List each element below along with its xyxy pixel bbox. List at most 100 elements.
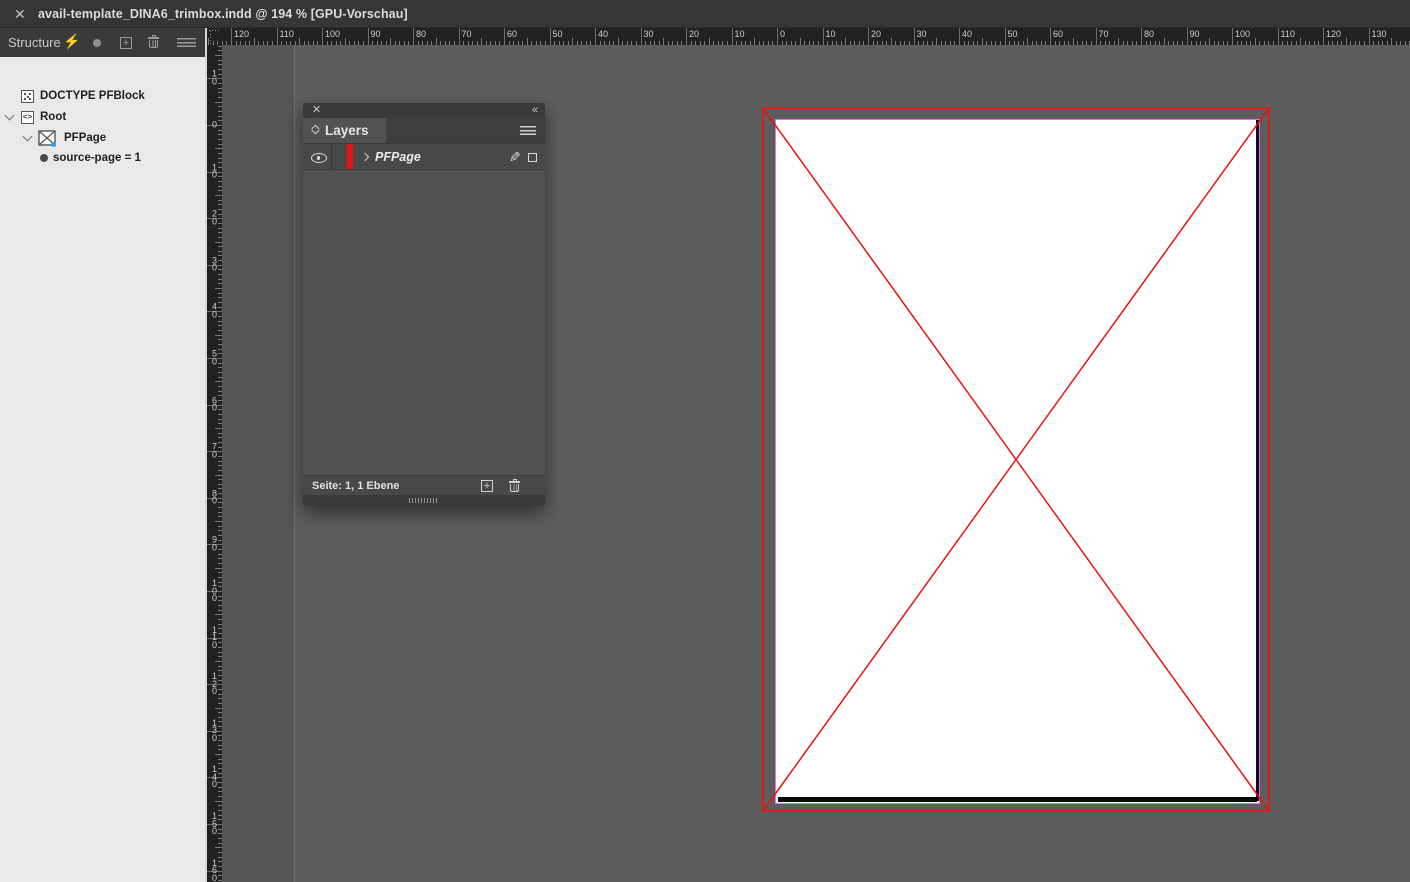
- ruler-minor-tick: [1191, 41, 1193, 45]
- tree-label-source-page[interactable]: source-page = 1: [53, 152, 141, 164]
- ruler-minor-tick: [358, 41, 360, 45]
- ruler-major-tick: [1368, 28, 1370, 45]
- ruler-minor-tick: [1122, 41, 1124, 45]
- ruler-minor-tick: [1109, 41, 1111, 45]
- ruler-major-tick: [686, 28, 687, 45]
- ruler-minor-tick: [945, 41, 947, 45]
- tree-label-doctype[interactable]: DOCTYPE PFBlock: [40, 90, 145, 102]
- panel-collapse-icon[interactable]: «: [532, 103, 538, 117]
- ruler-major-tick: [1141, 28, 1142, 45]
- record-circle-icon[interactable]: [93, 39, 101, 47]
- ruler-label: 1 2 0: [211, 670, 217, 696]
- structure-menu-icon[interactable]: [177, 38, 196, 47]
- ruler-minor-tick: [215, 660, 222, 662]
- tab-layers[interactable]: Layers: [303, 118, 386, 143]
- ruler-minor-tick: [326, 41, 328, 45]
- ruler-major-tick: [959, 28, 960, 45]
- ruler-minor-tick: [845, 38, 847, 45]
- ruler-minor-tick: [899, 41, 901, 45]
- ruler-major-tick: [1186, 28, 1188, 45]
- ruler-minor-tick: [1213, 41, 1215, 45]
- ruler-label: 110: [279, 29, 294, 39]
- validate-lightning-icon[interactable]: ⚡: [63, 34, 80, 48]
- layer-row-pfpage[interactable]: PFPage ✎: [303, 143, 545, 170]
- ruler-minor-tick: [972, 41, 974, 45]
- ruler-minor-tick: [858, 41, 860, 45]
- ruler-minor-tick: [658, 41, 660, 45]
- document-title: avail-template_DINA6_trimbox.indd @ 194 …: [38, 7, 408, 21]
- tree-row-root[interactable]: <> Root: [0, 107, 205, 128]
- add-element-icon[interactable]: +: [120, 37, 132, 49]
- ruler-minor-tick: [649, 41, 651, 45]
- ruler-minor-tick: [708, 38, 710, 45]
- chevron-down-icon[interactable]: [4, 110, 15, 121]
- ruler-minor-tick: [1404, 41, 1406, 45]
- ruler-label: 0: [211, 119, 217, 130]
- layers-status-text: Seite: 1, 1 Ebene: [312, 480, 400, 492]
- ruler-label: 0: [780, 29, 786, 39]
- layers-panel-resize-bar[interactable]: [303, 495, 545, 506]
- ruler-minor-tick: [1259, 41, 1261, 45]
- ruler-minor-tick: [1377, 41, 1379, 45]
- ruler-minor-tick: [472, 41, 474, 45]
- horizontal-ruler[interactable]: 120 110 100 90 80 70 60 50 40 30 20 10 0 10 20 30 40 50 60…: [207, 28, 1410, 45]
- tree-label-root[interactable]: Root: [40, 111, 66, 123]
- delete-layer-trash-icon[interactable]: [509, 479, 520, 492]
- ruler-label: 20: [689, 29, 700, 39]
- ruler-minor-tick: [1063, 41, 1065, 45]
- ruler-minor-tick: [308, 41, 310, 45]
- ruler-label: 40: [598, 29, 609, 39]
- layers-panel-menu-icon[interactable]: [520, 126, 536, 135]
- panel-close-icon[interactable]: ✕: [312, 104, 321, 116]
- attribute-bullet-icon: [40, 154, 48, 162]
- ruler-minor-tick: [663, 38, 665, 45]
- layer-target-square-icon[interactable]: [528, 153, 537, 162]
- ruler-label: 1 1 0: [211, 624, 217, 650]
- row-separator: [331, 144, 332, 169]
- ruler-minor-tick: [713, 41, 715, 45]
- layers-panel-titlebar[interactable]: ✕ «: [303, 103, 545, 118]
- ruler-minor-tick: [736, 41, 738, 45]
- ruler-label: 1 5 0: [211, 810, 217, 836]
- empty-graphic-frame[interactable]: [762, 107, 1270, 812]
- layer-visibility-eye-icon[interactable]: [311, 153, 327, 163]
- ruler-major-tick: [1095, 28, 1097, 45]
- ruler-minor-tick: [215, 381, 222, 383]
- ruler-label: 10: [825, 29, 836, 39]
- tree-row-source-page[interactable]: source-page = 1: [0, 148, 205, 169]
- new-layer-icon[interactable]: +: [481, 480, 493, 492]
- ruler-minor-tick: [215, 288, 222, 290]
- ruler-minor-tick: [1222, 41, 1224, 45]
- tree-label-pfpage[interactable]: PFPage: [64, 132, 106, 144]
- ruler-label: 30: [643, 29, 654, 39]
- chevron-down-icon[interactable]: [22, 131, 33, 142]
- ruler-minor-tick: [931, 41, 933, 45]
- delete-element-trash-icon[interactable]: [148, 35, 159, 48]
- ruler-minor-tick: [1327, 41, 1329, 45]
- layer-name[interactable]: PFPage: [375, 150, 421, 164]
- ruler-minor-tick: [508, 41, 510, 45]
- ruler-minor-tick: [1359, 41, 1361, 45]
- document-close-icon[interactable]: ✕: [14, 6, 26, 22]
- ruler-minor-tick: [1081, 41, 1083, 45]
- edit-pencil-icon[interactable]: ✎: [509, 149, 521, 166]
- ruler-origin-corner[interactable]: [209, 30, 221, 44]
- ruler-minor-tick: [215, 707, 222, 709]
- ruler-minor-tick: [695, 41, 697, 45]
- tree-row-pfpage[interactable]: PFPage: [0, 128, 205, 149]
- ruler-minor-tick: [399, 41, 401, 45]
- vertical-ruler[interactable]: 1 001 02 03 04 05 06 07 08 09 01 0 01 1 …: [207, 45, 222, 882]
- attachment-blue-dot: [51, 142, 56, 147]
- layers-panel-statusbar: Seite: 1, 1 Ebene +: [303, 475, 545, 495]
- chevron-right-icon[interactable]: [360, 152, 370, 162]
- ruler-major-tick: [231, 28, 232, 45]
- ruler-minor-tick: [344, 38, 346, 45]
- tree-row-doctype[interactable]: DOCTYPE PFBlock: [0, 86, 205, 107]
- ruler-label: 1 3 0: [211, 717, 217, 743]
- ruler-major-tick: [322, 28, 323, 45]
- ruler-minor-tick: [745, 41, 747, 45]
- ruler-label: 80: [1144, 29, 1155, 39]
- structure-panel-header: Structure ⚡ +: [0, 28, 205, 57]
- ruler-minor-tick: [631, 41, 633, 45]
- ruler-minor-tick: [717, 41, 719, 45]
